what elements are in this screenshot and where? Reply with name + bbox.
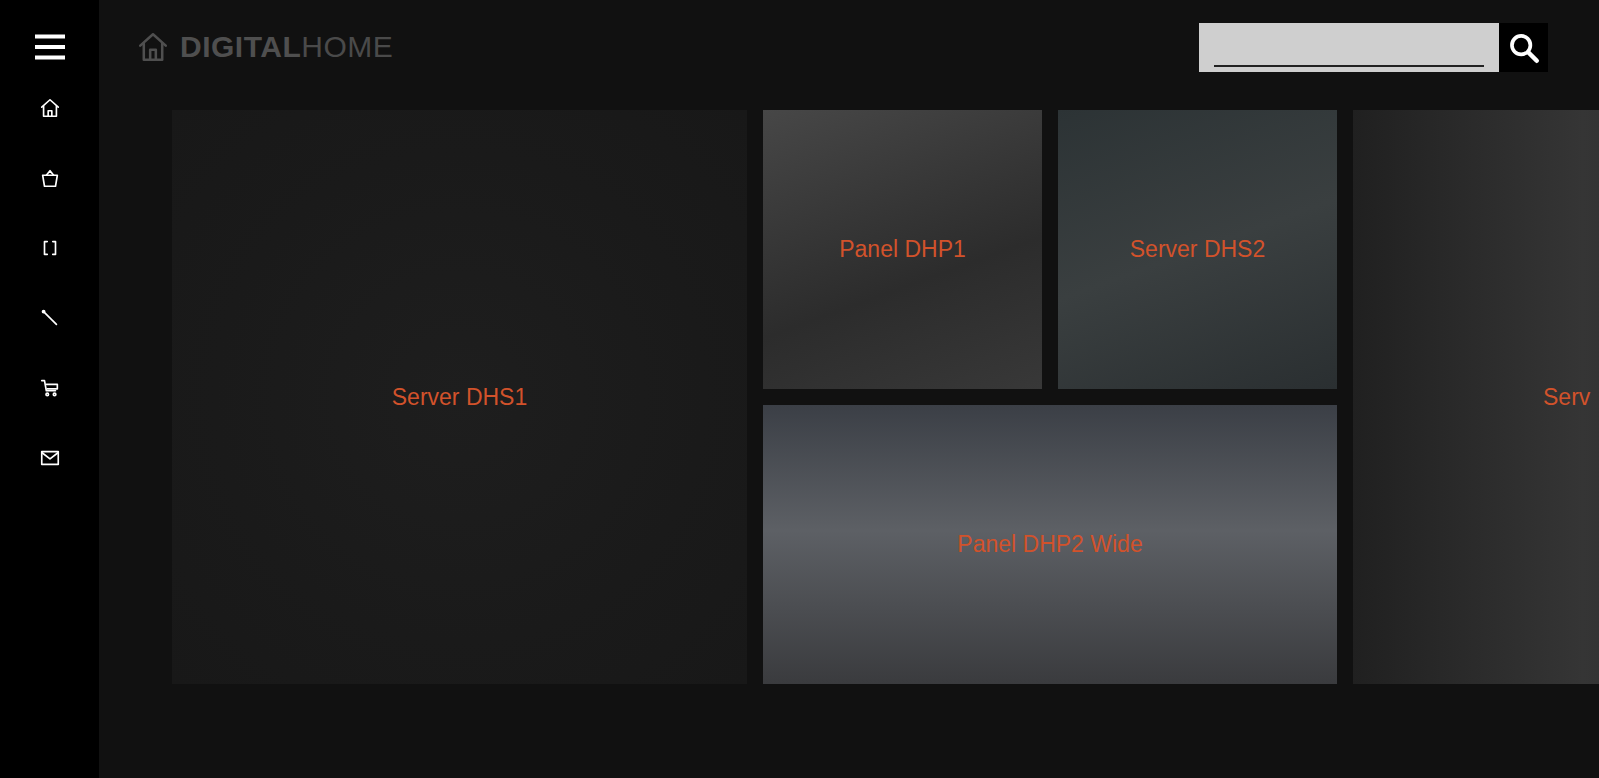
home-icon	[39, 97, 61, 119]
sidebar	[0, 0, 99, 778]
line-icon	[39, 307, 61, 329]
menu-button[interactable]	[30, 27, 70, 67]
tile-label: Panel DHP1	[839, 236, 966, 263]
sidebar-item[interactable]	[36, 304, 64, 332]
main-area: DIGITALHOMEServer DHS1Panel DHP1Server D…	[99, 0, 1599, 778]
sidebar-item[interactable]	[36, 164, 64, 192]
logo-light: HOME	[301, 30, 393, 63]
sidebar-item[interactable]	[36, 444, 64, 472]
search-field	[1199, 23, 1499, 72]
tile-label: Server DHS2	[1130, 236, 1265, 263]
product-grid: Server DHS1 Panel DHP1 Server DHS2 Panel DH…	[99, 110, 1599, 684]
logo-bold: DIGITAL	[180, 30, 301, 63]
product-tile[interactable]: Serv	[1353, 110, 1599, 684]
hamburger-icon	[32, 29, 68, 65]
bracket-icon	[39, 237, 61, 259]
logo[interactable]: DIGITALHOME	[136, 30, 393, 64]
tile-label: Serv	[1543, 384, 1590, 411]
sidebar-item[interactable]	[36, 94, 64, 122]
tile-label: Panel DHP2 Wide	[957, 531, 1142, 558]
product-tile[interactable]: Panel DHP1	[763, 110, 1042, 389]
mail-icon	[39, 447, 61, 469]
bag-icon	[39, 167, 61, 189]
search-input[interactable]	[1214, 35, 1484, 67]
sidebar-items	[36, 94, 64, 472]
tile-label: Server DHS1	[392, 384, 527, 411]
house-icon	[136, 30, 170, 64]
cart-icon	[39, 377, 61, 399]
product-tile[interactable]: Server DHS2	[1058, 110, 1337, 389]
header: DIGITALHOME	[99, 0, 1599, 110]
logo-text: DIGITALHOME	[180, 30, 393, 64]
sidebar-item[interactable]	[36, 374, 64, 402]
sidebar-item[interactable]	[36, 234, 64, 262]
product-tile[interactable]: Server DHS1	[172, 110, 747, 684]
search-icon	[1507, 31, 1541, 65]
search-button[interactable]	[1499, 23, 1548, 72]
product-tile[interactable]: Panel DHP2 Wide	[763, 405, 1337, 684]
search-bar	[1199, 23, 1548, 72]
